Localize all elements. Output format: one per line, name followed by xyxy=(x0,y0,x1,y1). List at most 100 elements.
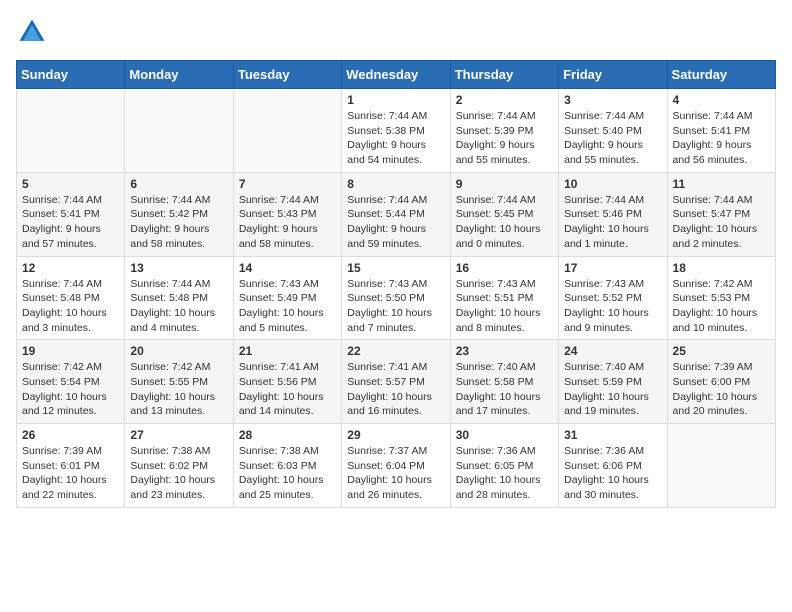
day-number: 6 xyxy=(130,177,227,191)
day-info: Sunset: 6:01 PM xyxy=(22,459,119,474)
day-info: Daylight: 10 hours xyxy=(673,306,770,321)
day-info: Sunset: 5:38 PM xyxy=(347,124,444,139)
day-info: Daylight: 10 hours xyxy=(130,390,227,405)
day-number: 15 xyxy=(347,261,444,275)
day-info: Sunrise: 7:44 AM xyxy=(22,277,119,292)
day-info: Sunset: 6:03 PM xyxy=(239,459,336,474)
day-info: Daylight: 10 hours xyxy=(239,473,336,488)
day-info: Sunset: 5:54 PM xyxy=(22,375,119,390)
day-info: Daylight: 10 hours xyxy=(564,222,661,237)
day-info: Sunset: 5:44 PM xyxy=(347,207,444,222)
calendar-cell: 19Sunrise: 7:42 AMSunset: 5:54 PMDayligh… xyxy=(17,340,125,424)
day-number: 23 xyxy=(456,344,553,358)
day-info: Sunrise: 7:40 AM xyxy=(564,360,661,375)
calendar-cell xyxy=(233,89,341,173)
day-info: Daylight: 10 hours xyxy=(456,306,553,321)
day-info: Sunrise: 7:42 AM xyxy=(22,360,119,375)
calendar-cell: 3Sunrise: 7:44 AMSunset: 5:40 PMDaylight… xyxy=(559,89,667,173)
calendar-cell: 22Sunrise: 7:41 AMSunset: 5:57 PMDayligh… xyxy=(342,340,450,424)
day-info: and 59 minutes. xyxy=(347,237,444,252)
day-info: Sunrise: 7:38 AM xyxy=(239,444,336,459)
day-info: Sunrise: 7:44 AM xyxy=(564,109,661,124)
day-info: and 54 minutes. xyxy=(347,153,444,168)
day-info: Sunrise: 7:41 AM xyxy=(347,360,444,375)
calendar-cell: 29Sunrise: 7:37 AMSunset: 6:04 PMDayligh… xyxy=(342,424,450,508)
day-info: Daylight: 9 hours xyxy=(130,222,227,237)
day-info: Sunset: 5:59 PM xyxy=(564,375,661,390)
day-number: 20 xyxy=(130,344,227,358)
day-info: and 17 minutes. xyxy=(456,404,553,419)
calendar-cell: 2Sunrise: 7:44 AMSunset: 5:39 PMDaylight… xyxy=(450,89,558,173)
day-info: and 55 minutes. xyxy=(456,153,553,168)
day-info: Daylight: 10 hours xyxy=(564,390,661,405)
calendar-cell xyxy=(125,89,233,173)
day-info: and 58 minutes. xyxy=(130,237,227,252)
day-number: 24 xyxy=(564,344,661,358)
day-number: 26 xyxy=(22,428,119,442)
calendar-cell: 13Sunrise: 7:44 AMSunset: 5:48 PMDayligh… xyxy=(125,256,233,340)
calendar-cell: 18 Sunrise: 7:42 AMSunset: 5:53 PMDayligh… xyxy=(667,256,775,340)
calendar-cell: 15Sunrise: 7:43 AMSunset: 5:50 PMDayligh… xyxy=(342,256,450,340)
day-info: Sunrise: 7:42 AM xyxy=(673,277,770,292)
day-info: Daylight: 10 hours xyxy=(456,473,553,488)
calendar-cell: 6 Sunrise: 7:44 AMSunset: 5:42 PMDaylight… xyxy=(125,172,233,256)
logo-icon xyxy=(16,16,48,48)
day-info: and 23 minutes. xyxy=(130,488,227,503)
day-info: Sunrise: 7:44 AM xyxy=(130,277,227,292)
day-info: Sunrise: 7:44 AM xyxy=(22,193,119,208)
day-number: 7 xyxy=(239,177,336,191)
day-info: Sunrise: 7:44 AM xyxy=(130,193,227,208)
day-info: Daylight: 9 hours xyxy=(673,138,770,153)
day-info: Sunrise: 7:44 AM xyxy=(456,109,553,124)
day-info: Sunrise: 7:37 AM xyxy=(347,444,444,459)
calendar-cell: 25Sunrise: 7:39 AMSunset: 6:00 PMDayligh… xyxy=(667,340,775,424)
day-info: Sunrise: 7:38 AM xyxy=(130,444,227,459)
day-info: Daylight: 10 hours xyxy=(239,306,336,321)
day-info: and 5 minutes. xyxy=(239,321,336,336)
day-info: Sunrise: 7:44 AM xyxy=(456,193,553,208)
day-info: Sunrise: 7:40 AM xyxy=(456,360,553,375)
day-number: 19 xyxy=(22,344,119,358)
day-info: Daylight: 10 hours xyxy=(130,306,227,321)
day-info: and 16 minutes. xyxy=(347,404,444,419)
day-info: Sunrise: 7:44 AM xyxy=(347,193,444,208)
day-info: Daylight: 10 hours xyxy=(456,390,553,405)
day-info: Sunrise: 7:39 AM xyxy=(22,444,119,459)
day-info: Sunrise: 7:44 AM xyxy=(673,109,770,124)
day-info: and 9 minutes. xyxy=(564,321,661,336)
day-number: 25 xyxy=(673,344,770,358)
day-info: and 25 minutes. xyxy=(239,488,336,503)
calendar-cell: 24 Sunrise: 7:40 AMSunset: 5:59 PMDayligh… xyxy=(559,340,667,424)
calendar-cell: 5Sunrise: 7:44 AMSunset: 5:41 PMDaylight… xyxy=(17,172,125,256)
day-info: Sunset: 5:51 PM xyxy=(456,291,553,306)
day-info: and 20 minutes. xyxy=(673,404,770,419)
day-info: and 12 minutes. xyxy=(22,404,119,419)
calendar-cell: 31Sunrise: 7:36 AMSunset: 6:06 PMDayligh… xyxy=(559,424,667,508)
week-row-4: 19Sunrise: 7:42 AMSunset: 5:54 PMDayligh… xyxy=(17,340,776,424)
day-info: Daylight: 10 hours xyxy=(456,222,553,237)
calendar-cell: 9Sunrise: 7:44 AMSunset: 5:45 PMDaylight… xyxy=(450,172,558,256)
day-info: Sunset: 5:42 PM xyxy=(130,207,227,222)
day-info: Sunset: 5:53 PM xyxy=(673,291,770,306)
day-info: and 55 minutes. xyxy=(564,153,661,168)
calendar-cell: 27Sunrise: 7:38 AMSunset: 6:02 PMDayligh… xyxy=(125,424,233,508)
day-info: Sunrise: 7:42 AM xyxy=(130,360,227,375)
day-info: and 7 minutes. xyxy=(347,321,444,336)
day-info: Sunset: 5:48 PM xyxy=(22,291,119,306)
day-number: 31 xyxy=(564,428,661,442)
day-info: Daylight: 9 hours xyxy=(239,222,336,237)
day-number: 18 xyxy=(673,261,770,275)
day-info: and 8 minutes. xyxy=(456,321,553,336)
day-info: Sunrise: 7:41 AM xyxy=(239,360,336,375)
day-number: 11 xyxy=(673,177,770,191)
day-info: and 19 minutes. xyxy=(564,404,661,419)
calendar-table: SundayMondayTuesdayWednesdayThursdayFrid… xyxy=(16,60,776,508)
day-info: Sunset: 6:04 PM xyxy=(347,459,444,474)
calendar-cell: 30Sunrise: 7:36 AMSunset: 6:05 PMDayligh… xyxy=(450,424,558,508)
day-info: Sunrise: 7:44 AM xyxy=(239,193,336,208)
day-number: 30 xyxy=(456,428,553,442)
day-info: Daylight: 9 hours xyxy=(456,138,553,153)
calendar-cell: 10Sunrise: 7:44 AMSunset: 5:46 PMDayligh… xyxy=(559,172,667,256)
day-info: Daylight: 9 hours xyxy=(347,222,444,237)
calendar-cell: 8Sunrise: 7:44 AMSunset: 5:44 PMDaylight… xyxy=(342,172,450,256)
